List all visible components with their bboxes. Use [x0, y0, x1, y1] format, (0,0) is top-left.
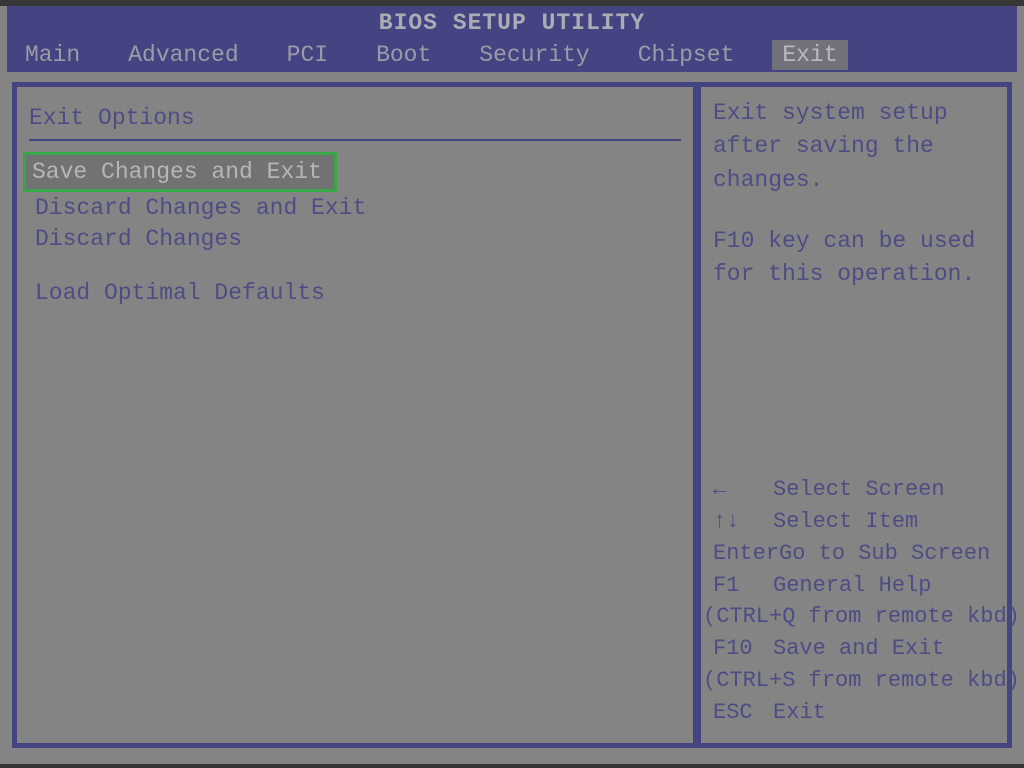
help-panel: Exit system setup after saving the chang…: [699, 85, 1009, 745]
tab-chipset[interactable]: Chipset: [628, 40, 745, 70]
key-action: Select Item: [773, 506, 918, 538]
help-line: F10 key can be used: [713, 225, 995, 258]
help-block-1: Exit system setup after saving the chang…: [713, 97, 995, 197]
key-legend: ← Select Screen ↑↓ Select Item Enter Go …: [699, 474, 1007, 733]
option-list: Save Changes and Exit Discard Changes an…: [29, 155, 681, 308]
tab-main[interactable]: Main: [15, 40, 90, 70]
tab-pci[interactable]: PCI: [277, 40, 338, 70]
section-title: Exit Options: [29, 105, 681, 131]
exit-options-panel: Exit Options Save Changes and Exit Disca…: [15, 85, 695, 745]
key-action: Go to Sub Screen: [779, 538, 990, 570]
help-text: Exit system setup after saving the chang…: [713, 97, 995, 320]
key-note: (CTRL+S from remote kbd): [703, 665, 1020, 697]
key-action: General Help: [773, 570, 931, 602]
help-line: changes.: [713, 164, 995, 197]
section-divider: [29, 139, 681, 141]
help-line: after saving the: [713, 130, 995, 163]
option-load-optimal-defaults[interactable]: Load Optimal Defaults: [29, 278, 681, 308]
menu-tabs: Main Advanced PCI Boot Security Chipset …: [7, 40, 1017, 70]
key-label: ESC: [701, 697, 773, 729]
key-action: Exit: [773, 697, 826, 729]
key-row-enter: Enter Go to Sub Screen: [701, 538, 1005, 570]
key-label: F1: [701, 570, 773, 602]
option-discard-changes-and-exit[interactable]: Discard Changes and Exit: [29, 193, 681, 223]
tab-boot[interactable]: Boot: [366, 40, 441, 70]
key-label: Enter: [701, 538, 779, 570]
tab-advanced[interactable]: Advanced: [118, 40, 248, 70]
key-action: Select Screen: [773, 474, 945, 506]
tab-security[interactable]: Security: [469, 40, 599, 70]
help-line: Exit system setup: [713, 97, 995, 130]
key-row-esc: ESC Exit: [701, 697, 1005, 729]
arrow-left-icon: ←: [701, 474, 773, 506]
tab-exit[interactable]: Exit: [772, 40, 847, 70]
work-area: Exit Options Save Changes and Exit Disca…: [12, 82, 1012, 748]
key-row-f1: F1 General Help: [701, 570, 1005, 602]
help-block-2: F10 key can be used for this operation.: [713, 225, 995, 292]
key-action: Save and Exit: [773, 633, 945, 665]
key-row-select-item: ↑↓ Select Item: [701, 506, 1005, 538]
key-row-ctrls: (CTRL+S from remote kbd): [701, 665, 1005, 697]
key-row-f10: F10 Save and Exit: [701, 633, 1005, 665]
key-note: (CTRL+Q from remote kbd): [703, 601, 1020, 633]
header-bar: BIOS SETUP UTILITY Main Advanced PCI Boo…: [7, 6, 1017, 72]
help-line: for this operation.: [713, 258, 995, 291]
letterbox-bottom: [0, 764, 1024, 768]
app-title: BIOS SETUP UTILITY: [7, 6, 1017, 36]
key-label: F10: [701, 633, 773, 665]
option-save-changes-and-exit[interactable]: Save Changes and Exit: [23, 152, 337, 192]
arrow-updown-icon: ↑↓: [701, 506, 773, 538]
option-discard-changes[interactable]: Discard Changes: [29, 224, 681, 254]
key-row-select-screen: ← Select Screen: [701, 474, 1005, 506]
key-row-ctrlq: (CTRL+Q from remote kbd): [701, 601, 1005, 633]
option-spacer: [29, 255, 681, 277]
